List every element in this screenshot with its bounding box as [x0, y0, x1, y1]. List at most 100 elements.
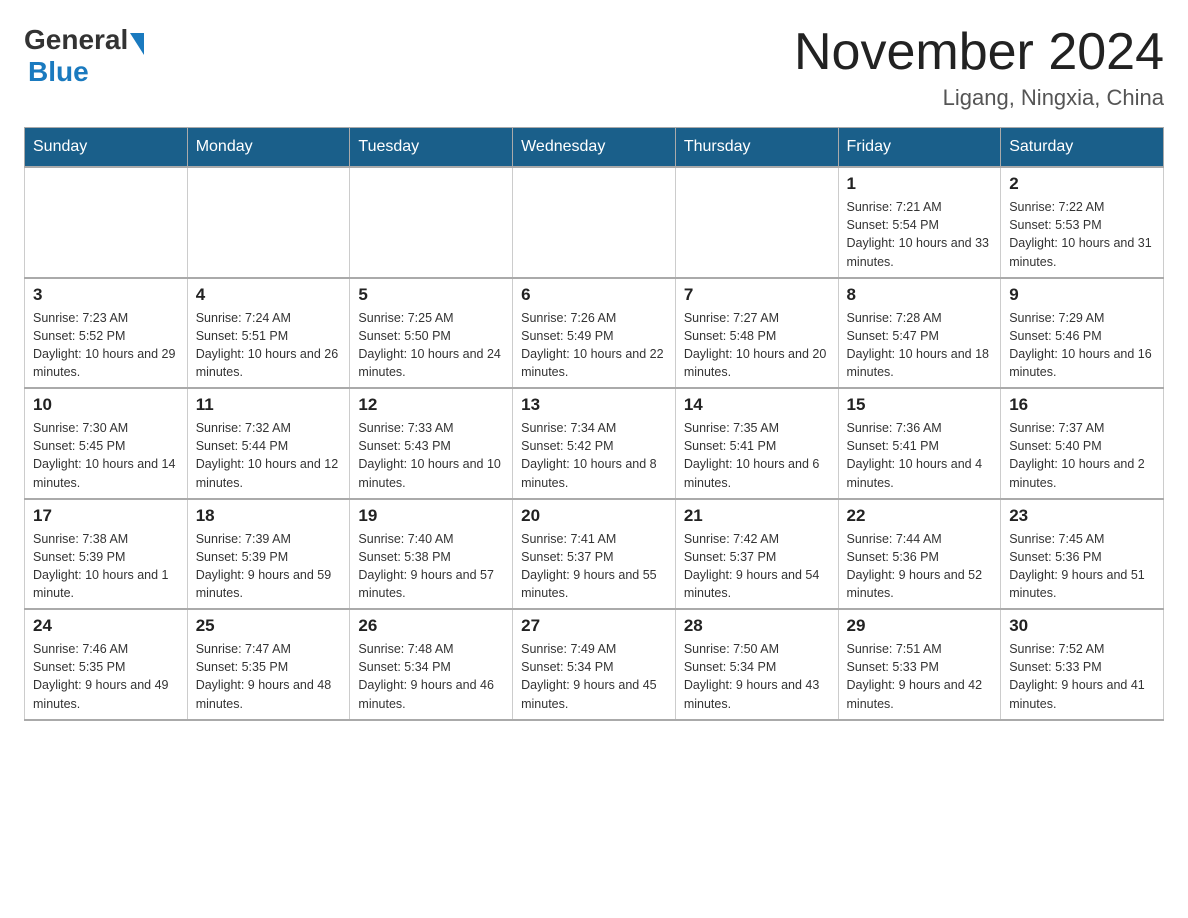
calendar-cell: 11 Sunrise: 7:32 AM Sunset: 5:44 PM Dayli…: [187, 388, 350, 499]
day-info: Sunrise: 7:35 AM Sunset: 5:41 PM Dayligh…: [684, 419, 830, 492]
calendar-cell: 8 Sunrise: 7:28 AM Sunset: 5:47 PM Daylig…: [838, 278, 1001, 389]
day-info: Sunrise: 7:52 AM Sunset: 5:33 PM Dayligh…: [1009, 640, 1155, 713]
calendar-cell: 10Sunrise: 7:30 AM Sunset: 5:45 PM Dayli…: [25, 388, 188, 499]
day-info: Sunrise: 7:24 AM Sunset: 5:51 PM Dayligh…: [196, 309, 342, 382]
day-number: 14: [684, 395, 830, 415]
day-info: Sunrise: 7:41 AM Sunset: 5:37 PM Dayligh…: [521, 530, 667, 603]
day-info: Sunrise: 7:48 AM Sunset: 5:34 PM Dayligh…: [358, 640, 504, 713]
day-number: 18: [196, 506, 342, 526]
calendar-cell: [25, 167, 188, 278]
calendar-body: 1Sunrise: 7:21 AM Sunset: 5:54 PM Daylig…: [25, 167, 1164, 720]
calendar-table: SundayMondayTuesdayWednesdayThursdayFrid…: [24, 127, 1164, 721]
day-number: 8: [847, 285, 993, 305]
weekday-header-saturday: Saturday: [1001, 128, 1164, 168]
calendar-week-row: 10Sunrise: 7:30 AM Sunset: 5:45 PM Dayli…: [25, 388, 1164, 499]
day-number: 23: [1009, 506, 1155, 526]
weekday-header-row: SundayMondayTuesdayWednesdayThursdayFrid…: [25, 128, 1164, 168]
calendar-cell: 13Sunrise: 7:34 AM Sunset: 5:42 PM Dayli…: [513, 388, 676, 499]
calendar-cell: [350, 167, 513, 278]
day-number: 4: [196, 285, 342, 305]
calendar-cell: 5Sunrise: 7:25 AM Sunset: 5:50 PM Daylig…: [350, 278, 513, 389]
location-title: Ligang, Ningxia, China: [794, 85, 1164, 111]
day-info: Sunrise: 7:38 AM Sunset: 5:39 PM Dayligh…: [33, 530, 179, 603]
day-number: 16: [1009, 395, 1155, 415]
day-number: 22: [847, 506, 993, 526]
day-number: 26: [358, 616, 504, 636]
calendar-cell: 23 Sunrise: 7:45 AM Sunset: 5:36 PM Dayli…: [1001, 499, 1164, 610]
calendar-cell: 7Sunrise: 7:27 AM Sunset: 5:48 PM Daylig…: [675, 278, 838, 389]
day-number: 20: [521, 506, 667, 526]
calendar-cell: 25 Sunrise: 7:47 AM Sunset: 5:35 PM Dayli…: [187, 609, 350, 720]
day-number: 19: [358, 506, 504, 526]
weekday-header-thursday: Thursday: [675, 128, 838, 168]
day-number: 2: [1009, 174, 1155, 194]
day-number: 10: [33, 395, 179, 415]
day-number: 21: [684, 506, 830, 526]
calendar-cell: 15Sunrise: 7:36 AM Sunset: 5:41 PM Dayli…: [838, 388, 1001, 499]
day-info: Sunrise: 7:42 AM Sunset: 5:37 PM Dayligh…: [684, 530, 830, 603]
calendar-week-row: 3 Sunrise: 7:23 AM Sunset: 5:52 PM Daylig…: [25, 278, 1164, 389]
logo-text: General: [24, 24, 146, 56]
logo: General Blue: [24, 24, 146, 88]
month-title: November 2024: [794, 24, 1164, 81]
weekday-header-friday: Friday: [838, 128, 1001, 168]
day-number: 7: [684, 285, 830, 305]
day-info: Sunrise: 7:29 AM Sunset: 5:46 PM Dayligh…: [1009, 309, 1155, 382]
day-number: 6: [521, 285, 667, 305]
day-number: 29: [847, 616, 993, 636]
day-info: Sunrise: 7:49 AM Sunset: 5:34 PM Dayligh…: [521, 640, 667, 713]
page-header: General Blue November 2024 Ligang, Ningx…: [24, 24, 1164, 111]
day-number: 28: [684, 616, 830, 636]
calendar-cell: 3 Sunrise: 7:23 AM Sunset: 5:52 PM Daylig…: [25, 278, 188, 389]
calendar-cell: 26 Sunrise: 7:48 AM Sunset: 5:34 PM Dayli…: [350, 609, 513, 720]
day-info: Sunrise: 7:25 AM Sunset: 5:50 PM Dayligh…: [358, 309, 504, 382]
calendar-cell: 22 Sunrise: 7:44 AM Sunset: 5:36 PM Dayli…: [838, 499, 1001, 610]
day-info: Sunrise: 7:44 AM Sunset: 5:36 PM Dayligh…: [847, 530, 993, 603]
day-info: Sunrise: 7:28 AM Sunset: 5:47 PM Dayligh…: [847, 309, 993, 382]
day-number: 17: [33, 506, 179, 526]
day-number: 12: [358, 395, 504, 415]
day-info: Sunrise: 7:23 AM Sunset: 5:52 PM Dayligh…: [33, 309, 179, 382]
calendar-cell: [513, 167, 676, 278]
calendar-cell: [675, 167, 838, 278]
day-info: Sunrise: 7:37 AM Sunset: 5:40 PM Dayligh…: [1009, 419, 1155, 492]
day-info: Sunrise: 7:36 AM Sunset: 5:41 PM Dayligh…: [847, 419, 993, 492]
day-number: 25: [196, 616, 342, 636]
day-number: 3: [33, 285, 179, 305]
calendar-cell: 6Sunrise: 7:26 AM Sunset: 5:49 PM Daylig…: [513, 278, 676, 389]
calendar-week-row: 17 Sunrise: 7:38 AM Sunset: 5:39 PM Dayli…: [25, 499, 1164, 610]
day-number: 30: [1009, 616, 1155, 636]
calendar-cell: 12 Sunrise: 7:33 AM Sunset: 5:43 PM Dayli…: [350, 388, 513, 499]
calendar-cell: 21 Sunrise: 7:42 AM Sunset: 5:37 PM Dayli…: [675, 499, 838, 610]
calendar-cell: 18 Sunrise: 7:39 AM Sunset: 5:39 PM Dayli…: [187, 499, 350, 610]
calendar-cell: 4 Sunrise: 7:24 AM Sunset: 5:51 PM Daylig…: [187, 278, 350, 389]
day-info: Sunrise: 7:51 AM Sunset: 5:33 PM Dayligh…: [847, 640, 993, 713]
calendar-cell: 19Sunrise: 7:40 AM Sunset: 5:38 PM Dayli…: [350, 499, 513, 610]
calendar-cell: 20 Sunrise: 7:41 AM Sunset: 5:37 PM Dayli…: [513, 499, 676, 610]
day-info: Sunrise: 7:39 AM Sunset: 5:39 PM Dayligh…: [196, 530, 342, 603]
logo-triangle-icon: [130, 33, 144, 55]
calendar-cell: 24Sunrise: 7:46 AM Sunset: 5:35 PM Dayli…: [25, 609, 188, 720]
day-info: Sunrise: 7:21 AM Sunset: 5:54 PM Dayligh…: [847, 198, 993, 271]
day-info: Sunrise: 7:50 AM Sunset: 5:34 PM Dayligh…: [684, 640, 830, 713]
calendar-cell: 30 Sunrise: 7:52 AM Sunset: 5:33 PM Dayli…: [1001, 609, 1164, 720]
day-number: 11: [196, 395, 342, 415]
calendar-header: SundayMondayTuesdayWednesdayThursdayFrid…: [25, 128, 1164, 168]
day-info: Sunrise: 7:45 AM Sunset: 5:36 PM Dayligh…: [1009, 530, 1155, 603]
weekday-header-sunday: Sunday: [25, 128, 188, 168]
calendar-cell: 17 Sunrise: 7:38 AM Sunset: 5:39 PM Dayli…: [25, 499, 188, 610]
day-info: Sunrise: 7:32 AM Sunset: 5:44 PM Dayligh…: [196, 419, 342, 492]
calendar-week-row: 1Sunrise: 7:21 AM Sunset: 5:54 PM Daylig…: [25, 167, 1164, 278]
calendar-week-row: 24Sunrise: 7:46 AM Sunset: 5:35 PM Dayli…: [25, 609, 1164, 720]
day-number: 9: [1009, 285, 1155, 305]
title-section: November 2024 Ligang, Ningxia, China: [794, 24, 1164, 111]
day-info: Sunrise: 7:47 AM Sunset: 5:35 PM Dayligh…: [196, 640, 342, 713]
weekday-header-monday: Monday: [187, 128, 350, 168]
calendar-cell: 14 Sunrise: 7:35 AM Sunset: 5:41 PM Dayli…: [675, 388, 838, 499]
day-info: Sunrise: 7:34 AM Sunset: 5:42 PM Dayligh…: [521, 419, 667, 492]
calendar-cell: 16 Sunrise: 7:37 AM Sunset: 5:40 PM Dayli…: [1001, 388, 1164, 499]
day-info: Sunrise: 7:33 AM Sunset: 5:43 PM Dayligh…: [358, 419, 504, 492]
calendar-cell: 2Sunrise: 7:22 AM Sunset: 5:53 PM Daylig…: [1001, 167, 1164, 278]
calendar-cell: 1Sunrise: 7:21 AM Sunset: 5:54 PM Daylig…: [838, 167, 1001, 278]
calendar-cell: 9 Sunrise: 7:29 AM Sunset: 5:46 PM Daylig…: [1001, 278, 1164, 389]
